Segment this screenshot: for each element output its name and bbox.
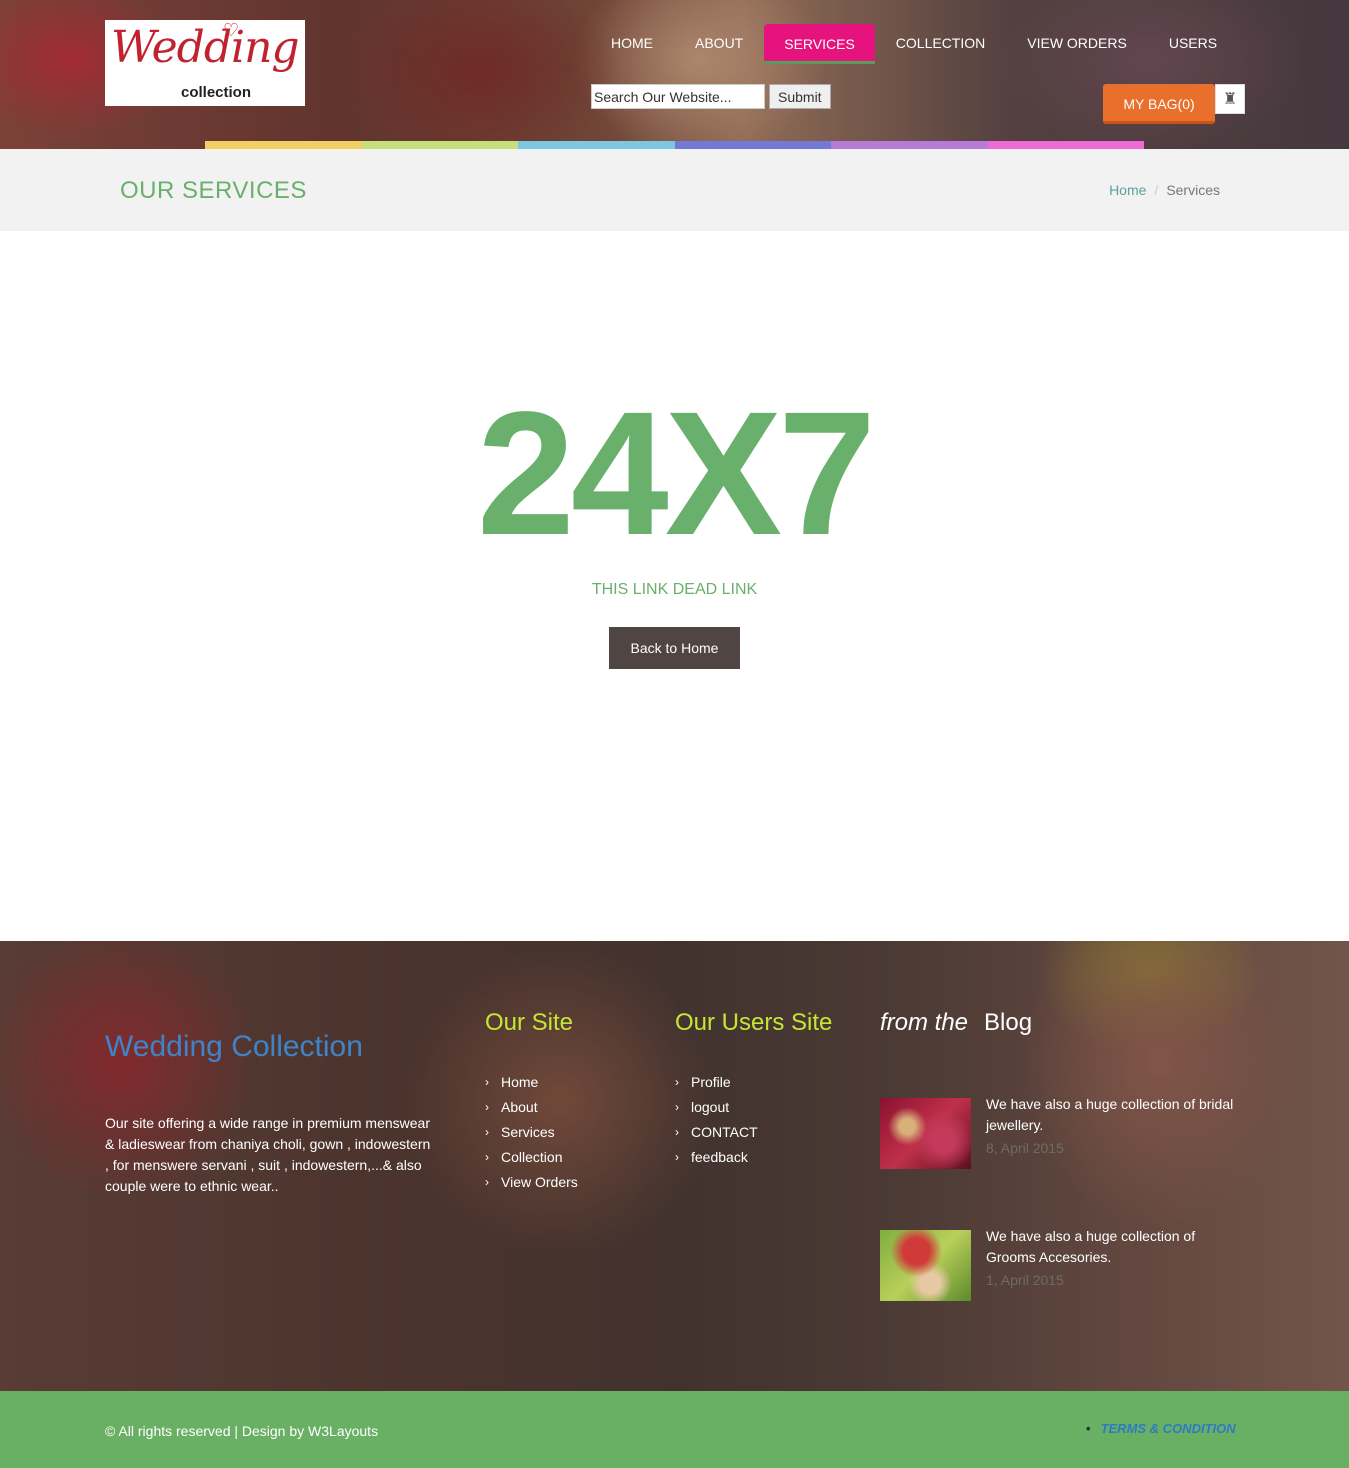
terms-link[interactable]: • TERMS & CONDITION (1086, 1421, 1236, 1436)
bridal-jewellery-thumbnail[interactable] (880, 1098, 971, 1169)
our-site-links: › Home › About › Services › Collection › View… (485, 1069, 578, 1194)
footer-link-label: CONTACT (691, 1123, 758, 1140)
logo-sub-text: collection (181, 84, 252, 101)
back-to-home-button[interactable]: Back to Home (609, 627, 740, 669)
copyright-text: © All rights reserved | Design by W3Layo… (105, 1423, 379, 1439)
my-bag-button[interactable]: MY BAG(0) (1103, 84, 1215, 124)
nav-users[interactable]: USERS (1148, 24, 1238, 62)
stripe-segment (987, 141, 1144, 149)
blog-heading-title: Blog (984, 1009, 1033, 1036)
nav-services[interactable]: SERVICES (764, 24, 875, 64)
nav-about[interactable]: ABOUT (674, 24, 764, 62)
footer-about-text: Our site offering a wide range in premiu… (105, 1115, 431, 1194)
chevron-right-icon: › (675, 1149, 679, 1164)
stripe-segment (831, 141, 988, 149)
chevron-right-icon: › (485, 1174, 489, 1189)
footer-link-collection[interactable]: › Collection (485, 1144, 578, 1169)
blog-post-date: 1, April 2015 (986, 1272, 1064, 1288)
footer-link-label: logout (691, 1098, 730, 1115)
chevron-right-icon: › (485, 1074, 489, 1089)
breadcrumb-separator: / (1154, 182, 1159, 198)
error-code-heading: 24X7 (476, 376, 876, 572)
nav-view-orders[interactable]: VIEW ORDERS (1006, 24, 1148, 62)
blog-post-title[interactable]: We have also a huge collection of Grooms… (986, 1226, 1246, 1268)
logo-script-text: Wedding (111, 22, 300, 73)
footer-link-label: Home (501, 1073, 539, 1090)
stripe-segment (518, 141, 675, 149)
chevron-right-icon: › (485, 1149, 489, 1164)
chevron-right-icon: › (675, 1124, 679, 1139)
search-input[interactable] (591, 84, 765, 109)
footer-link-label: feedback (691, 1148, 748, 1165)
user-avatar-icon[interactable]: ♜ (1215, 84, 1245, 114)
bullet-icon: • (1086, 1421, 1091, 1436)
chevron-right-icon: › (675, 1074, 679, 1089)
footer-link-view-orders[interactable]: › View Orders (485, 1169, 578, 1194)
search-form: Submit (591, 84, 831, 109)
breadcrumb-home-link[interactable]: Home (1109, 182, 1146, 198)
page-title: OUR SERVICES (120, 177, 307, 204)
terms-label: TERMS & CONDITION (1100, 1421, 1236, 1436)
blog-post-date: 8, April 2015 (986, 1140, 1064, 1156)
footer-link-home[interactable]: › Home (485, 1069, 578, 1094)
breadcrumb: Home / Services (1109, 182, 1220, 198)
footer-link-logout[interactable]: › logout (675, 1094, 758, 1119)
nav-collection[interactable]: COLLECTION (875, 24, 1006, 62)
footer-link-label: Collection (501, 1148, 563, 1165)
search-submit-button[interactable]: Submit (769, 84, 831, 109)
footer-link-label: About (501, 1098, 538, 1115)
page-title-bar: OUR SERVICES Home / Services (0, 149, 1349, 231)
chevron-right-icon: › (485, 1099, 489, 1114)
blog-post-title[interactable]: We have also a huge collection of bridal… (986, 1094, 1246, 1136)
blog-heading-prefix: from the (880, 1009, 969, 1036)
footer-link-label: Profile (691, 1073, 731, 1090)
site-footer: Wedding Collection Our site offering a w… (0, 941, 1349, 1391)
dead-link-message: THIS LINK DEAD LINK (591, 581, 758, 598)
color-stripe (205, 141, 1144, 149)
stripe-segment (674, 141, 831, 149)
heart-icon: ♡ (223, 20, 240, 40)
our-users-site-heading: Our Users Site (675, 1009, 833, 1036)
footer-link-feedback[interactable]: › feedback (675, 1144, 758, 1169)
footer-link-services[interactable]: › Services (485, 1119, 578, 1144)
breadcrumb-current: Services (1166, 182, 1220, 198)
footer-link-contact[interactable]: › CONTACT (675, 1119, 758, 1144)
footer-link-label: View Orders (501, 1173, 578, 1190)
footer-link-about[interactable]: › About (485, 1094, 578, 1119)
copyright-bar: © All rights reserved | Design by W3Layo… (0, 1391, 1349, 1468)
chevron-right-icon: › (675, 1099, 679, 1114)
blog-heading: from the Blog (880, 1009, 1032, 1037)
main-nav: HOME ABOUT SERVICES COLLECTION VIEW ORDE… (590, 24, 1238, 64)
stripe-segment (361, 141, 518, 149)
nav-home[interactable]: HOME (590, 24, 674, 62)
chevron-right-icon: › (485, 1124, 489, 1139)
our-site-heading: Our Site (485, 1009, 574, 1036)
grooms-accessories-thumbnail[interactable] (880, 1230, 971, 1301)
site-header: Wedding ♡ collection HOME ABOUT SERVICES… (0, 0, 1349, 149)
footer-link-label: Services (501, 1123, 555, 1140)
footer-brand-title: Wedding Collection (105, 1030, 363, 1063)
footer-link-profile[interactable]: › Profile (675, 1069, 758, 1094)
stripe-segment (205, 141, 362, 149)
site-logo[interactable]: Wedding ♡ collection (105, 20, 305, 106)
our-users-site-links: › Profile › logout › CONTACT › feedback (675, 1069, 758, 1169)
